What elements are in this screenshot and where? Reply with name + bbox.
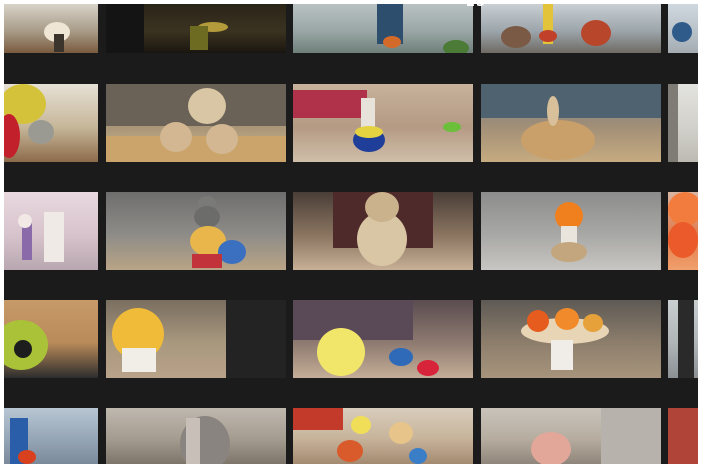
video-object	[106, 4, 144, 53]
tile-r5-c1[interactable]	[4, 408, 98, 464]
video-object	[601, 408, 661, 464]
video-object	[531, 432, 571, 464]
tile-r3-c5[interactable]	[668, 192, 698, 270]
video-object	[668, 192, 698, 226]
video-object	[186, 418, 200, 464]
video-object	[501, 26, 531, 48]
video-object	[194, 206, 220, 228]
video-object	[527, 310, 549, 332]
video-object	[409, 448, 427, 464]
video-object	[18, 450, 36, 464]
video-object	[106, 136, 286, 162]
tile-r2-c3[interactable]	[293, 84, 473, 162]
video-object	[678, 300, 694, 378]
tile-r1-c3[interactable]	[293, 4, 473, 53]
video-object	[351, 416, 371, 434]
video-object	[581, 20, 611, 46]
video-object	[28, 120, 54, 144]
video-object	[14, 340, 32, 358]
video-object	[668, 84, 678, 162]
tile-r4-c1[interactable]	[4, 300, 98, 378]
video-object	[54, 34, 64, 52]
video-object	[443, 122, 461, 132]
tile-r1-c5[interactable]	[668, 4, 698, 53]
video-object	[44, 212, 64, 262]
tile-r2-c2[interactable]	[106, 84, 286, 162]
participant-counter: 25	[466, 4, 486, 10]
video-object	[190, 26, 208, 50]
tile-r3-c4[interactable]	[481, 192, 661, 270]
video-object	[389, 422, 413, 444]
video-object	[547, 96, 559, 126]
video-object	[160, 122, 192, 152]
tile-r4-c5[interactable]	[668, 300, 698, 378]
video-object	[293, 408, 343, 430]
video-object	[317, 328, 365, 376]
video-object	[668, 222, 698, 258]
video-object	[188, 88, 226, 124]
video-object	[389, 348, 413, 366]
video-object	[361, 98, 375, 128]
tile-r3-c2[interactable]	[106, 192, 286, 270]
video-object	[481, 84, 661, 118]
video-object	[555, 308, 579, 330]
tile-r5-c5[interactable]	[668, 408, 698, 464]
tile-r2-c1[interactable]	[4, 84, 98, 162]
tile-r2-c5[interactable]	[668, 84, 698, 162]
video-object	[192, 254, 222, 268]
video-object	[551, 242, 587, 262]
video-object	[417, 360, 439, 376]
tile-r5-c4[interactable]	[481, 408, 661, 464]
video-object	[539, 30, 557, 42]
tile-r1-c1[interactable]	[4, 4, 98, 53]
tile-r4-c2[interactable]	[106, 300, 286, 378]
tile-r3-c3[interactable]	[293, 192, 473, 270]
video-object	[122, 348, 156, 372]
video-object	[583, 314, 603, 332]
video-gallery: 25	[4, 4, 698, 464]
tile-r5-c2[interactable]	[106, 408, 286, 464]
tile-r4-c3[interactable]	[293, 300, 473, 378]
tile-r1-c2[interactable]	[106, 4, 286, 53]
video-object	[355, 126, 383, 138]
video-object	[226, 300, 286, 378]
video-object	[218, 240, 246, 264]
video-object	[668, 408, 698, 464]
video-object	[383, 36, 401, 48]
tile-r1-c4[interactable]	[481, 4, 661, 53]
tile-r5-c3[interactable]	[293, 408, 473, 464]
video-object	[206, 124, 238, 154]
video-object	[18, 214, 32, 228]
video-object	[293, 90, 367, 118]
video-object	[337, 440, 363, 462]
tile-r2-c4[interactable]	[481, 84, 661, 162]
video-object	[551, 340, 573, 370]
video-object	[521, 120, 595, 160]
tile-r4-c4[interactable]	[481, 300, 661, 378]
tile-r3-c1[interactable]	[4, 192, 98, 270]
video-object	[443, 40, 469, 53]
video-object	[365, 192, 399, 222]
video-object	[672, 22, 692, 42]
